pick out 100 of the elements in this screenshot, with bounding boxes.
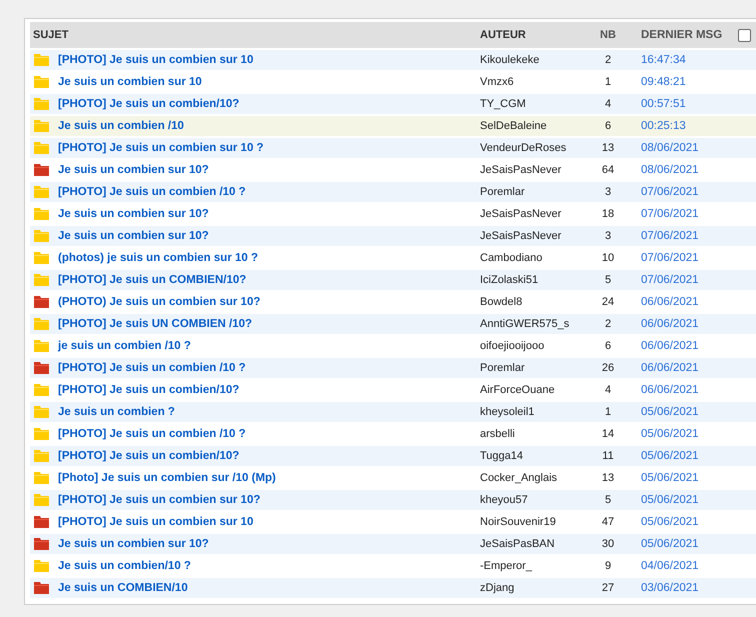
last-message-date[interactable]: 06/06/2021 bbox=[626, 340, 738, 352]
topic-row[interactable]: Je suis un combien sur 10? JeSaisPasBAN 30 05/06/2021 bbox=[30, 534, 756, 554]
last-message-date[interactable]: 07/06/2021 bbox=[626, 274, 738, 286]
author-name[interactable]: JeSaisPasNever bbox=[480, 164, 590, 176]
topic-link[interactable]: Je suis un combien sur 10? bbox=[58, 164, 209, 176]
last-message-date[interactable]: 04/06/2021 bbox=[626, 560, 738, 572]
author-name[interactable]: JeSaisPasNever bbox=[480, 208, 590, 220]
column-header[interactable]: AUTEUR bbox=[480, 29, 590, 41]
topic-link[interactable]: Je suis un combien sur 10? bbox=[58, 538, 209, 550]
author-name[interactable]: JeSaisPasNever bbox=[480, 230, 590, 242]
topic-link[interactable]: Je suis un combien/10 ? bbox=[58, 560, 191, 572]
author-name[interactable]: Cambodiano bbox=[480, 252, 590, 264]
topic-row[interactable]: [PHOTO] Je suis un COMBIEN/10? IciZolaski51 5 07/06/2021 bbox=[30, 270, 756, 290]
last-message-date[interactable]: 06/06/2021 bbox=[626, 384, 738, 396]
topic-link[interactable]: [PHOTO] Je suis un combien/10? bbox=[58, 450, 240, 462]
author-name[interactable]: arsbelli bbox=[480, 428, 590, 440]
last-message-date[interactable]: 06/06/2021 bbox=[626, 296, 738, 308]
topic-link[interactable]: [PHOTO] Je suis un combien /10 ? bbox=[58, 362, 246, 374]
topic-row[interactable]: [Photo] Je suis un combien sur /10 (Mp) Cocker_Anglais 13 05/06/2021 bbox=[30, 468, 756, 488]
topic-link[interactable]: [PHOTO] Je suis un combien sur 10 bbox=[58, 54, 254, 66]
topic-row[interactable]: [PHOTO] Je suis un combien/10? TY_CGM 4 00:57:51 bbox=[30, 94, 756, 114]
author-name[interactable]: oifoejiooijooo bbox=[480, 340, 590, 352]
topic-row[interactable]: [PHOTO] Je suis un combien/10? AirForceOuane 4 06/06/2021 bbox=[30, 380, 756, 400]
last-message-date[interactable]: 07/06/2021 bbox=[626, 252, 738, 264]
topic-link[interactable]: [PHOTO] Je suis un combien /10 ? bbox=[58, 186, 246, 198]
topic-row[interactable]: [PHOTO] Je suis un combien/10? Tugga14 11 05/06/2021 bbox=[30, 446, 756, 466]
topic-link[interactable]: [PHOTO] Je suis un combien /10 ? bbox=[58, 428, 246, 440]
author-name[interactable]: TY_CGM bbox=[480, 98, 590, 110]
author-name[interactable]: kheyou57 bbox=[480, 494, 590, 506]
topic-row[interactable]: Je suis un combien sur 10? JeSaisPasNever 18 07/06/2021 bbox=[30, 204, 756, 224]
topic-link[interactable]: [PHOTO] Je suis un COMBIEN/10? bbox=[58, 274, 246, 286]
topic-row[interactable]: [PHOTO] Je suis UN COMBIEN /10? AnntiGWER575_s 2 06/06/2021 bbox=[30, 314, 756, 334]
topic-row[interactable]: [PHOTO] Je suis un combien sur 10 ? VendeurDeRoses 13 08/06/2021 bbox=[30, 138, 756, 158]
topic-row[interactable]: [PHOTO] Je suis un combien sur 10? kheyou57 5 05/06/2021 bbox=[30, 490, 756, 510]
last-message-date[interactable]: 00:25:13 bbox=[626, 120, 738, 132]
topic-link[interactable]: (PHOTO) Je suis un combien sur 10? bbox=[58, 296, 260, 308]
author-name[interactable]: kheysoleil1 bbox=[480, 406, 590, 418]
topic-row[interactable]: Je suis un combien sur 10 Vmzx6 1 09:48:21 bbox=[30, 72, 756, 92]
last-message-date[interactable]: 07/06/2021 bbox=[626, 186, 738, 198]
topic-link[interactable]: [PHOTO] Je suis UN COMBIEN /10? bbox=[58, 318, 252, 330]
author-name[interactable]: -Emperor_ bbox=[480, 560, 590, 572]
topic-row[interactable]: [PHOTO] Je suis un combien /10 ? Poremlar 3 07/06/2021 bbox=[30, 182, 756, 202]
author-name[interactable]: Poremlar bbox=[480, 186, 590, 198]
author-name[interactable]: Bowdel8 bbox=[480, 296, 590, 308]
topic-link[interactable]: Je suis un COMBIEN/10 bbox=[58, 582, 188, 594]
topic-link[interactable]: [PHOTO] Je suis un combien sur 10? bbox=[58, 494, 260, 506]
topic-link[interactable]: [PHOTO] Je suis un combien/10? bbox=[58, 98, 240, 110]
last-message-date[interactable]: 05/06/2021 bbox=[626, 406, 738, 418]
author-name[interactable]: Tugga14 bbox=[480, 450, 590, 462]
topic-row[interactable]: (photos) je suis un combien sur 10 ? Cambodiano 10 07/06/2021 bbox=[30, 248, 756, 268]
topic-link[interactable]: [PHOTO] Je suis un combien sur 10 ? bbox=[58, 142, 264, 154]
author-name[interactable]: JeSaisPasBAN bbox=[480, 538, 590, 550]
topic-link[interactable]: (photos) je suis un combien sur 10 ? bbox=[58, 252, 258, 264]
last-message-date[interactable]: 05/06/2021 bbox=[626, 472, 738, 484]
column-header[interactable]: SUJET bbox=[30, 29, 480, 41]
topic-link[interactable]: [Photo] Je suis un combien sur /10 (Mp) bbox=[58, 472, 276, 484]
topic-row[interactable]: [PHOTO] Je suis un combien sur 10 NoirSouvenir19 47 05/06/2021 bbox=[30, 512, 756, 532]
last-message-date[interactable]: 05/06/2021 bbox=[626, 428, 738, 440]
column-header[interactable]: NB bbox=[590, 29, 626, 41]
last-message-date[interactable]: 03/06/2021 bbox=[626, 582, 738, 594]
last-message-date[interactable]: 08/06/2021 bbox=[626, 142, 738, 154]
topic-link[interactable]: Je suis un combien sur 10? bbox=[58, 230, 209, 242]
last-message-date[interactable]: 05/06/2021 bbox=[626, 494, 738, 506]
author-name[interactable]: Kikoulekeke bbox=[480, 54, 590, 66]
last-message-date[interactable]: 09:48:21 bbox=[626, 76, 738, 88]
author-name[interactable]: AirForceOuane bbox=[480, 384, 590, 396]
column-header[interactable]: DERNIER MSG bbox=[626, 29, 738, 41]
topic-row[interactable]: [PHOTO] Je suis un combien sur 10 Kikoulekeke 2 16:47:34 bbox=[30, 50, 756, 70]
author-name[interactable]: AnntiGWER575_s bbox=[480, 318, 590, 330]
last-message-date[interactable]: 07/06/2021 bbox=[626, 230, 738, 242]
author-name[interactable]: zDjang bbox=[480, 582, 590, 594]
last-message-date[interactable]: 05/06/2021 bbox=[626, 450, 738, 462]
topic-row[interactable]: Je suis un combien /10 SelDeBaleine 6 00:25:13 bbox=[30, 116, 756, 136]
topic-link[interactable]: Je suis un combien sur 10 bbox=[58, 76, 202, 88]
topic-row[interactable]: Je suis un combien sur 10? JeSaisPasNever 3 07/06/2021 bbox=[30, 226, 756, 246]
topic-row[interactable]: Je suis un combien/10 ? -Emperor_ 9 04/06/2021 bbox=[30, 556, 756, 576]
topic-link[interactable]: Je suis un combien /10 bbox=[58, 120, 184, 132]
topic-row[interactable]: [PHOTO] Je suis un combien /10 ? arsbelli 14 05/06/2021 bbox=[30, 424, 756, 444]
topic-row[interactable]: [PHOTO] Je suis un combien /10 ? Poremlar 26 06/06/2021 bbox=[30, 358, 756, 378]
author-name[interactable]: Cocker_Anglais bbox=[480, 472, 590, 484]
topic-row[interactable]: Je suis un combien ? kheysoleil1 1 05/06/2021 bbox=[30, 402, 756, 422]
author-name[interactable]: Poremlar bbox=[480, 362, 590, 374]
topic-link[interactable]: [PHOTO] Je suis un combien/10? bbox=[58, 384, 240, 396]
last-message-date[interactable]: 05/06/2021 bbox=[626, 538, 738, 550]
topic-row[interactable]: je suis un combien /10 ? oifoejiooijooo 6 06/06/2021 bbox=[30, 336, 756, 356]
author-name[interactable]: NoirSouvenir19 bbox=[480, 516, 590, 528]
author-name[interactable]: IciZolaski51 bbox=[480, 274, 590, 286]
last-message-date[interactable]: 16:47:34 bbox=[626, 54, 738, 66]
topic-link[interactable]: Je suis un combien sur 10? bbox=[58, 208, 209, 220]
topic-link[interactable]: [PHOTO] Je suis un combien sur 10 bbox=[58, 516, 254, 528]
author-name[interactable]: SelDeBaleine bbox=[480, 120, 590, 132]
author-name[interactable]: VendeurDeRoses bbox=[480, 142, 590, 154]
author-name[interactable]: Vmzx6 bbox=[480, 76, 590, 88]
last-message-date[interactable]: 06/06/2021 bbox=[626, 318, 738, 330]
last-message-date[interactable]: 07/06/2021 bbox=[626, 208, 738, 220]
topic-row[interactable]: Je suis un COMBIEN/10 zDjang 27 03/06/2021 bbox=[30, 578, 756, 598]
topic-link[interactable]: je suis un combien /10 ? bbox=[58, 340, 191, 352]
topic-row[interactable]: Je suis un combien sur 10? JeSaisPasNever 64 08/06/2021 bbox=[30, 160, 756, 180]
topic-link[interactable]: Je suis un combien ? bbox=[58, 406, 175, 418]
last-message-date[interactable]: 00:57:51 bbox=[626, 98, 738, 110]
